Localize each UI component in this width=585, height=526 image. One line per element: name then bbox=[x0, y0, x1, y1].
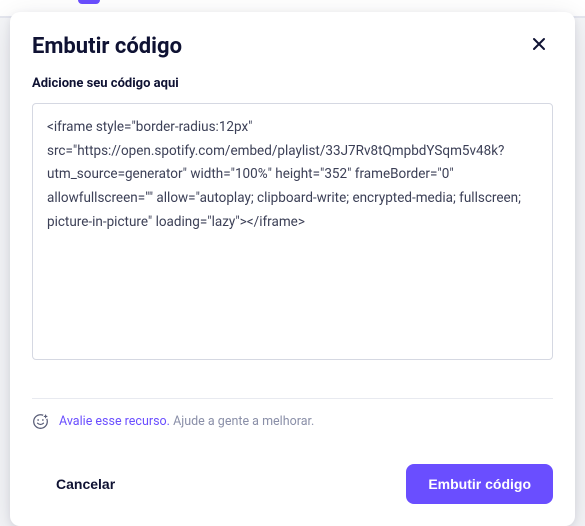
cancel-button[interactable]: Cancelar bbox=[32, 466, 139, 502]
smile-plus-icon bbox=[32, 413, 49, 430]
modal-title: Embutir código bbox=[32, 34, 182, 59]
code-field-label: Adicione seu código aqui bbox=[32, 76, 553, 91]
modal-body: Adicione seu código aqui bbox=[10, 76, 575, 382]
modal-header: Embutir código bbox=[10, 12, 575, 76]
feedback-text: Avalie esse recurso. Ajude a gente a mel… bbox=[59, 414, 314, 429]
code-input[interactable] bbox=[32, 103, 553, 360]
close-icon bbox=[531, 36, 547, 56]
close-button[interactable] bbox=[525, 32, 553, 60]
modal-footer: Cancelar Embutir código bbox=[10, 436, 575, 526]
feedback-link[interactable]: Avalie esse recurso. bbox=[59, 414, 170, 429]
embed-code-button[interactable]: Embutir código bbox=[406, 464, 553, 504]
embed-code-modal: Embutir código Adicione seu código aqui bbox=[10, 12, 575, 526]
feedback-subtext: Ajude a gente a melhorar. bbox=[173, 414, 314, 429]
feedback-row: Avalie esse recurso. Ajude a gente a mel… bbox=[10, 399, 575, 436]
add-tab-button[interactable]: + bbox=[78, 0, 100, 4]
